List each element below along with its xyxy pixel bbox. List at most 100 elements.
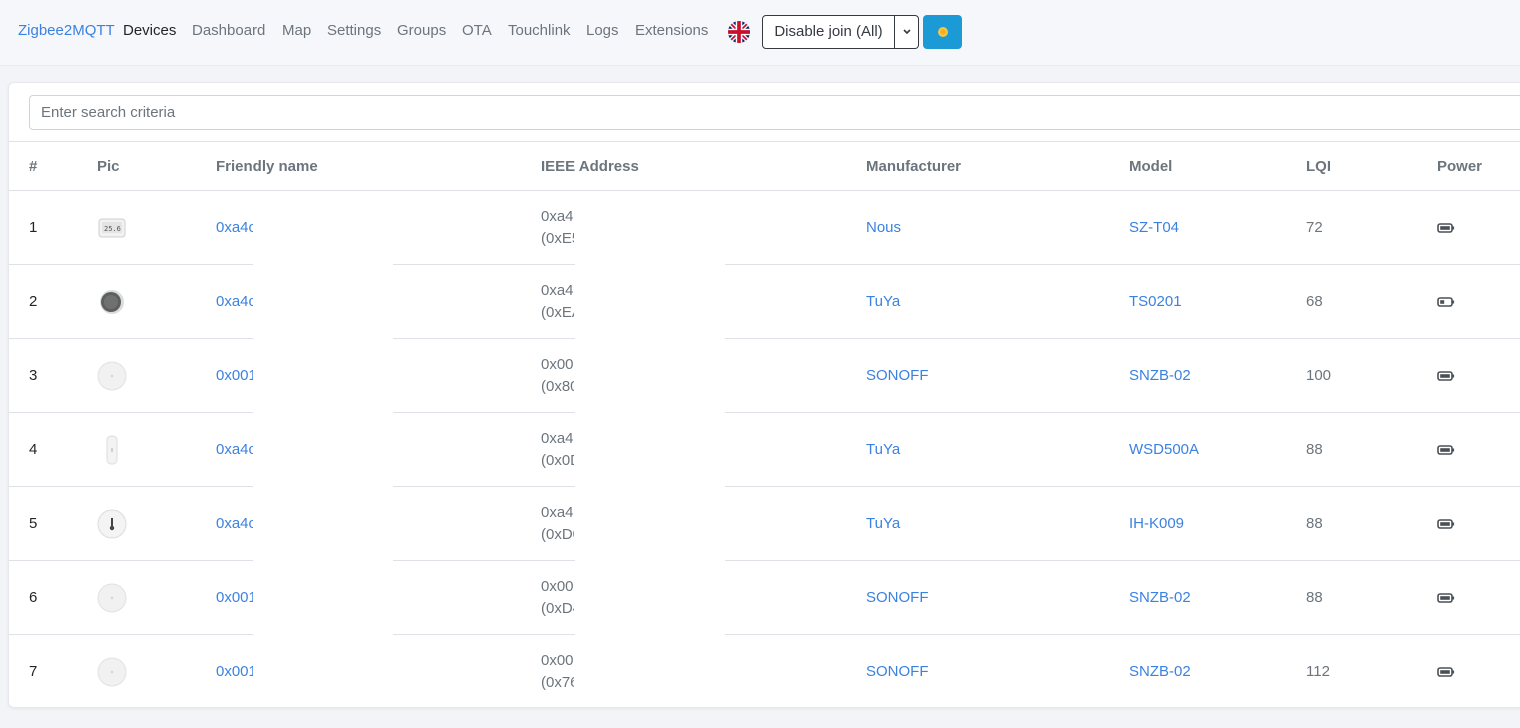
column-header-model[interactable]: Model [1129,158,1172,175]
ieee-address-line: 0xa4 [541,504,574,521]
device-friendly-name-link[interactable]: 0x001 [216,367,253,384]
column-header-ieee[interactable]: IEEE Address [541,158,639,175]
manufacturer-link[interactable]: SONOFF [866,589,929,606]
nav-devices[interactable]: Devices [123,22,176,39]
row-number: 5 [29,515,38,532]
network-address-line: (0x76 [541,674,574,691]
table-row: 1 25.6 0xa4c 0xa4 (0xE5 Nous SZ-T04 72 [9,191,1520,265]
device-friendly-name-link[interactable]: 0xa4c [216,441,253,458]
join-dropdown-toggle[interactable] [895,15,919,49]
lqi-value: 112 [1306,663,1330,680]
nav-groups[interactable]: Groups [397,22,446,39]
device-friendly-name-link[interactable]: 0xa4c [216,293,253,310]
battery-full-icon [1437,517,1455,531]
ieee-address-line: 0x00 [541,356,574,373]
row-number: 7 [29,663,38,680]
lqi-value: 100 [1306,367,1332,384]
manufacturer-link[interactable]: SONOFF [866,367,929,384]
round-thermometer-icon[interactable] [97,509,127,539]
model-link[interactable]: TS0201 [1129,293,1182,310]
round-sensor-white-icon[interactable] [97,657,127,687]
lqi-value: 72 [1306,219,1323,236]
navbar: Zigbee2MQTT Devices Dashboard Map Settin… [0,0,1520,66]
ieee-address-line: 0xa4 [541,430,574,447]
thermometer-display-icon[interactable]: 25.6 [97,213,127,243]
table-row: 7 0x001 0x00 (0x76 SONOFF SNZB-02 112 [9,635,1520,707]
round-sensor-white-icon[interactable] [97,583,127,613]
nav-settings[interactable]: Settings [327,22,381,39]
nav-touchlink[interactable]: Touchlink [508,22,571,39]
round-sensor-dark-icon[interactable] [97,287,127,317]
nav-extensions[interactable]: Extensions [635,22,708,39]
slim-sensor-white-icon[interactable] [97,435,127,465]
nav-logs[interactable]: Logs [586,22,619,39]
ieee-address-line: 0xa4 [541,282,574,299]
ieee-address-line: 0x00 [541,578,574,595]
ieee-address: 0x00 (0x80 [541,354,574,398]
ieee-address: 0xa4 (0xEA [541,280,574,324]
join-button-group: Disable join (All) [762,15,919,49]
manufacturer-link[interactable]: TuYa [866,515,900,532]
network-address-line: (0xD4 [541,600,574,617]
device-friendly-name-link[interactable]: 0x001 [216,589,253,606]
manufacturer-link[interactable]: TuYa [866,293,900,310]
redaction-mask [253,263,393,703]
search-input[interactable] [29,95,1520,130]
model-link[interactable]: SZ-T04 [1129,219,1179,236]
nav-ota[interactable]: OTA [462,22,492,39]
ieee-address: 0x00 (0xD4 [541,576,574,620]
network-address-line: (0xEA [541,304,574,321]
lqi-value: 88 [1306,589,1323,606]
device-friendly-name-link[interactable]: 0xa4c [216,219,253,236]
column-header-manufacturer[interactable]: Manufacturer [866,158,961,175]
battery-full-icon [1437,443,1455,457]
row-number: 6 [29,589,38,606]
column-header-lqi[interactable]: LQI [1306,158,1331,175]
column-header-friendly-name[interactable]: Friendly name [216,158,318,175]
model-link[interactable]: IH-K009 [1129,515,1184,532]
lqi-value: 68 [1306,293,1323,310]
ieee-address: 0xa4 (0xD0 [541,502,574,546]
battery-full-icon [1437,591,1455,605]
devices-card: # Pic Friendly name IEEE Address Manufac… [8,82,1520,708]
ieee-address: 0xa4 (0x0D [541,428,574,472]
network-address-line: (0xD0 [541,526,574,543]
nav-dashboard[interactable]: Dashboard [192,22,265,39]
device-friendly-name-link[interactable]: 0x001 [216,663,253,680]
round-sensor-white-icon[interactable] [97,361,127,391]
column-header-power[interactable]: Power [1437,158,1482,175]
model-link[interactable]: SNZB-02 [1129,589,1191,606]
manufacturer-link[interactable]: SONOFF [866,663,929,680]
battery-full-icon [1437,369,1455,383]
row-number: 1 [29,219,38,236]
disable-join-button[interactable]: Disable join (All) [762,15,895,49]
brand-link[interactable]: Zigbee2MQTT [18,22,115,39]
ieee-address-line: 0x00 [541,652,574,669]
ieee-address: 0xa4 (0xE5 [541,206,574,250]
network-address-line: (0xE5 [541,230,574,247]
column-header-number[interactable]: # [29,158,37,175]
battery-full-icon [1437,221,1455,235]
uk-flag-icon[interactable] [728,21,750,43]
redaction-mask [575,263,725,703]
model-link[interactable]: SNZB-02 [1129,367,1191,384]
chevron-down-icon [902,29,911,35]
row-number: 3 [29,367,38,384]
manufacturer-link[interactable]: TuYa [866,441,900,458]
battery-full-icon [1437,665,1455,679]
model-link[interactable]: WSD500A [1129,441,1199,458]
ieee-address-line: 0xa4 [541,208,574,225]
lqi-value: 88 [1306,515,1323,532]
sun-icon [937,27,948,37]
table-row: 3 0x001 0x00 (0x80 SONOFF SNZB-02 100 [9,339,1520,413]
device-friendly-name-link[interactable]: 0xa4c [216,515,253,532]
theme-toggle-button[interactable] [923,15,962,49]
model-link[interactable]: SNZB-02 [1129,663,1191,680]
row-number: 4 [29,441,38,458]
nav-map[interactable]: Map [282,22,311,39]
row-number: 2 [29,293,38,310]
column-header-pic: Pic [97,158,120,175]
svg-text:25.6: 25.6 [104,225,121,233]
manufacturer-link[interactable]: Nous [866,219,901,236]
table-row: 5 0xa4c 0xa4 (0xD0 TuYa IH-K009 88 [9,487,1520,561]
